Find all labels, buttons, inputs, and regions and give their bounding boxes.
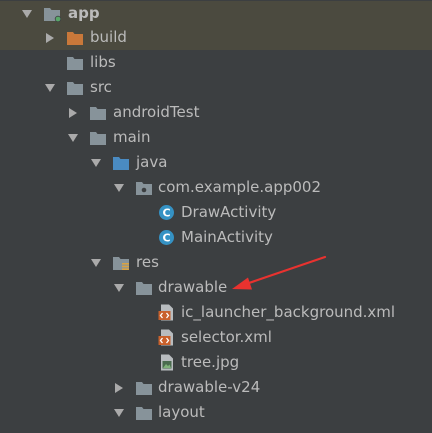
folder-icon — [136, 382, 152, 395]
tree-item-label: com.example.app002 — [158, 178, 322, 196]
tree-item-label: drawable-v24 — [158, 378, 261, 396]
tree-item-res[interactable]: res — [0, 250, 432, 275]
class-icon: C — [159, 205, 174, 220]
tree-item-ic-launcher-background[interactable]: ic_launcher_background.xml — [0, 300, 432, 325]
tree-item-tree-jpg[interactable]: tree.jpg — [0, 350, 432, 375]
tree-item-label: libs — [90, 53, 116, 71]
tree-item-label: java — [136, 153, 168, 171]
source-folder-icon — [113, 157, 129, 170]
package-icon — [136, 182, 152, 195]
chevron-right-icon[interactable] — [113, 382, 125, 394]
tree-item-selector[interactable]: selector.xml — [0, 325, 432, 350]
excluded-folder-icon — [67, 32, 83, 45]
folder-icon — [136, 407, 152, 420]
folder-icon — [67, 57, 83, 70]
tree-item-label: drawable — [158, 278, 228, 296]
tree-item-label: selector.xml — [181, 328, 272, 346]
tree-item-label: res — [136, 253, 159, 271]
tree-item-androidtest[interactable]: androidTest — [0, 100, 432, 125]
folder-icon — [90, 107, 106, 120]
tree-item-label: src — [90, 78, 112, 96]
tree-item-label: layout — [158, 403, 205, 421]
project-tree: app build libs src androidTest main java… — [0, 0, 432, 433]
folder-icon — [90, 132, 106, 145]
chevron-right-icon[interactable] — [44, 32, 56, 44]
svg-text:C: C — [162, 232, 170, 245]
tree-item-label: DrawActivity — [181, 203, 277, 221]
tree-item-app[interactable]: app — [0, 1, 432, 26]
tree-item-label: main — [113, 128, 151, 146]
tree-item-label: androidTest — [113, 103, 200, 121]
tree-item-drawactivity[interactable]: C DrawActivity — [0, 200, 432, 225]
class-icon: C — [159, 230, 174, 245]
chevron-down-icon[interactable] — [113, 407, 125, 419]
folder-icon — [67, 82, 83, 95]
resource-folder-icon — [113, 257, 129, 270]
tree-item-label: MainActivity — [181, 228, 273, 246]
tree-item-drawable[interactable]: drawable — [0, 275, 432, 300]
tree-item-label: app — [68, 4, 100, 22]
tree-item-layout[interactable]: layout — [0, 400, 432, 425]
image-file-icon — [161, 354, 173, 371]
folder-icon — [136, 282, 152, 295]
tree-item-label: build — [90, 28, 127, 46]
xml-file-icon — [158, 329, 173, 346]
tree-item-drawable-v24[interactable]: drawable-v24 — [0, 375, 432, 400]
chevron-down-icon[interactable] — [113, 282, 125, 294]
chevron-right-icon[interactable] — [67, 107, 79, 119]
tree-item-label: ic_launcher_background.xml — [181, 303, 396, 321]
chevron-down-icon[interactable] — [44, 82, 56, 94]
chevron-down-icon[interactable] — [67, 132, 79, 144]
tree-item-libs[interactable]: libs — [0, 50, 432, 75]
tree-item-java[interactable]: java — [0, 150, 432, 175]
chevron-down-icon[interactable] — [90, 157, 102, 169]
chevron-down-icon[interactable] — [21, 8, 33, 20]
tree-item-label: tree.jpg — [181, 353, 240, 371]
module-folder-icon — [44, 8, 61, 22]
chevron-down-icon[interactable] — [90, 257, 102, 269]
tree-item-mainactivity[interactable]: C MainActivity — [0, 225, 432, 250]
xml-file-icon — [158, 304, 173, 321]
tree-item-build[interactable]: build — [0, 25, 432, 50]
tree-item-main[interactable]: main — [0, 125, 432, 150]
tree-item-src[interactable]: src — [0, 75, 432, 100]
tree-item-package[interactable]: com.example.app002 — [0, 175, 432, 200]
svg-text:C: C — [162, 207, 170, 220]
chevron-down-icon[interactable] — [113, 182, 125, 194]
